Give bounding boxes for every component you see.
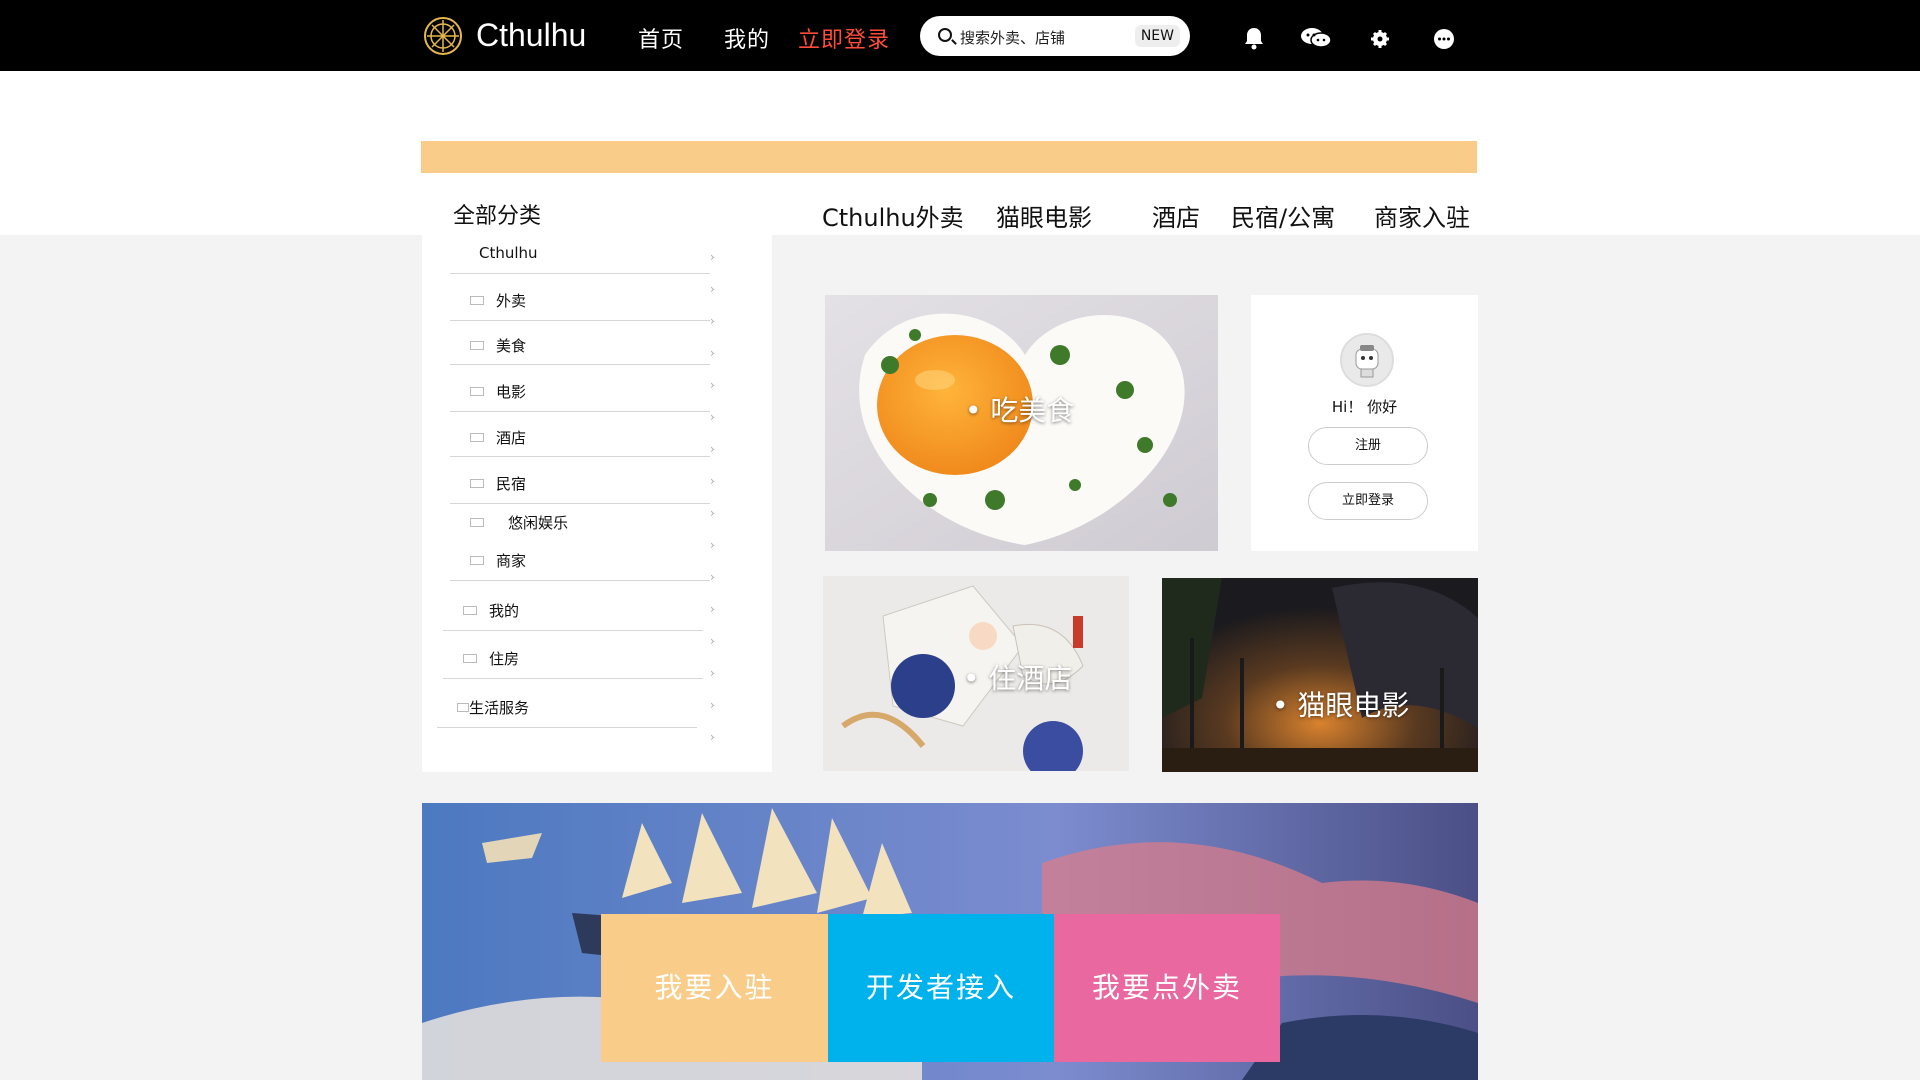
chevron-right-icon: › xyxy=(710,442,715,456)
sidebar-item-label: 外卖 xyxy=(496,292,527,310)
nav-mine[interactable]: 我的 xyxy=(724,22,770,54)
tile-label: • 猫眼电影 xyxy=(1272,689,1410,722)
sidebar-item-homestay[interactable]: 民宿 xyxy=(470,473,526,493)
divider xyxy=(450,456,710,457)
search-box[interactable]: 搜索外卖、店铺 NEW xyxy=(920,16,1190,56)
sidebar-item-merchant[interactable]: 商家 xyxy=(470,550,526,570)
search-icon xyxy=(938,28,952,42)
tile-label: • 吃美食 xyxy=(965,394,1075,427)
flag-icon xyxy=(470,433,484,442)
chevron-right-icon: › xyxy=(710,282,715,296)
chevron-right-icon: › xyxy=(710,698,715,712)
category-maoyan-movie[interactable]: 猫眼电影 xyxy=(996,198,1092,233)
divider xyxy=(437,727,697,728)
chevron-right-icon: › xyxy=(710,570,715,584)
sidebar-item-cthulhu[interactable]: Cthulhu xyxy=(479,244,538,264)
dark-forest-image xyxy=(1162,578,1478,772)
sidebar-item-label: 商家 xyxy=(496,552,527,570)
sidebar-item-takeout[interactable]: 外卖 xyxy=(470,290,526,310)
nav-login[interactable]: 立即登录 xyxy=(798,22,890,54)
divider xyxy=(443,678,703,679)
category-merchant-join[interactable]: 商家入驻 xyxy=(1374,198,1470,233)
divider xyxy=(450,364,710,365)
gear-icon[interactable] xyxy=(1366,24,1394,52)
promo-banner-strip[interactable] xyxy=(421,141,1477,173)
sidebar-item-housing[interactable]: 住房 xyxy=(463,648,519,668)
divider xyxy=(450,320,710,321)
search-placeholder: 搜索外卖、店铺 xyxy=(960,29,1066,47)
flag-icon xyxy=(463,654,477,663)
divider xyxy=(450,580,710,581)
divider xyxy=(443,630,703,631)
sidebar-item-food[interactable]: 美食 xyxy=(470,335,526,355)
sidebar-item-label: 我的 xyxy=(489,602,520,620)
sidebar-item-movie[interactable]: 电影 xyxy=(470,381,526,401)
sidebar-item-life-services[interactable]: 生活服务 xyxy=(457,697,529,717)
movie-tile[interactable]: • 猫眼电影 xyxy=(1162,578,1478,772)
category-homestay[interactable]: 民宿/公寓 xyxy=(1231,198,1335,233)
developer-access-button[interactable]: 开发者接入 xyxy=(828,914,1054,1062)
flag-icon xyxy=(457,703,469,712)
order-takeout-button[interactable]: 我要点外卖 xyxy=(1054,914,1280,1062)
greeting-text: Hi！ 你好 xyxy=(1331,398,1398,416)
divider xyxy=(450,411,710,412)
sidebar-item-label: 生活服务 xyxy=(469,699,530,717)
divider xyxy=(450,503,710,504)
chevron-right-icon: › xyxy=(710,666,715,680)
flag-icon xyxy=(470,518,484,527)
sidebar-title: 全部分类 xyxy=(453,204,542,229)
sidebar-item-label: 电影 xyxy=(496,383,527,401)
brand-name[interactable]: Cthulhu xyxy=(476,17,586,54)
flag-icon xyxy=(470,341,484,350)
chevron-right-icon: › xyxy=(710,602,715,616)
top-nav-bar: Cthulhu 首页 我的 立即登录 搜索外卖、店铺 NEW xyxy=(0,0,1920,71)
divider xyxy=(450,273,710,274)
chevron-right-icon: › xyxy=(710,538,715,552)
brand-logo-icon[interactable] xyxy=(423,16,463,56)
chevron-right-icon: › xyxy=(710,506,715,520)
sidebar-item-label: 美食 xyxy=(496,337,527,355)
sidebar-item-mine[interactable]: 我的 xyxy=(463,600,519,620)
login-button[interactable]: 立即登录 xyxy=(1308,482,1428,520)
robot-avatar-icon xyxy=(1355,345,1379,378)
user-profile-card: Hi！ 你好 注册 立即登录 xyxy=(1251,295,1478,551)
chevron-right-icon: › xyxy=(710,378,715,392)
chevron-right-icon: › xyxy=(710,314,715,328)
flag-icon xyxy=(470,387,484,396)
register-button[interactable]: 注册 xyxy=(1308,427,1428,465)
flag-icon xyxy=(470,556,484,565)
sidebar-item-label: Cthulhu xyxy=(479,244,538,262)
flag-icon xyxy=(470,296,484,305)
chat-icon[interactable] xyxy=(1299,24,1333,52)
chevron-right-icon: › xyxy=(710,250,715,264)
tile-label: • 住酒店 xyxy=(963,662,1073,695)
chevron-right-icon: › xyxy=(710,474,715,488)
sidebar-item-label: 悠闲娱乐 xyxy=(508,514,569,532)
category-hotel[interactable]: 酒店 xyxy=(1152,198,1200,233)
nav-home[interactable]: 首页 xyxy=(638,22,684,54)
sidebar-item-hotel[interactable]: 酒店 xyxy=(470,427,526,447)
sidebar-item-label: 住房 xyxy=(489,650,520,668)
bell-icon[interactable] xyxy=(1240,24,1268,52)
chevron-right-icon: › xyxy=(710,730,715,744)
chevron-right-icon: › xyxy=(710,346,715,360)
chevron-right-icon: › xyxy=(710,410,715,424)
hotel-tile[interactable]: • 住酒店 xyxy=(823,576,1129,771)
new-badge: NEW xyxy=(1134,25,1180,47)
flag-icon xyxy=(470,479,484,488)
category-takeout[interactable]: Cthulhu外卖 xyxy=(822,198,964,233)
join-as-merchant-button[interactable]: 我要入驻 xyxy=(601,914,828,1062)
avatar[interactable] xyxy=(1340,333,1394,387)
sidebar-item-leisure[interactable]: 悠闲娱乐 xyxy=(470,512,568,532)
sidebar-item-label: 酒店 xyxy=(496,429,527,447)
flag-icon xyxy=(463,606,477,615)
sidebar-item-label: 民宿 xyxy=(496,475,527,493)
chevron-right-icon: › xyxy=(710,634,715,648)
more-icon[interactable] xyxy=(1430,24,1458,52)
food-tile[interactable]: • 吃美食 xyxy=(825,295,1218,551)
